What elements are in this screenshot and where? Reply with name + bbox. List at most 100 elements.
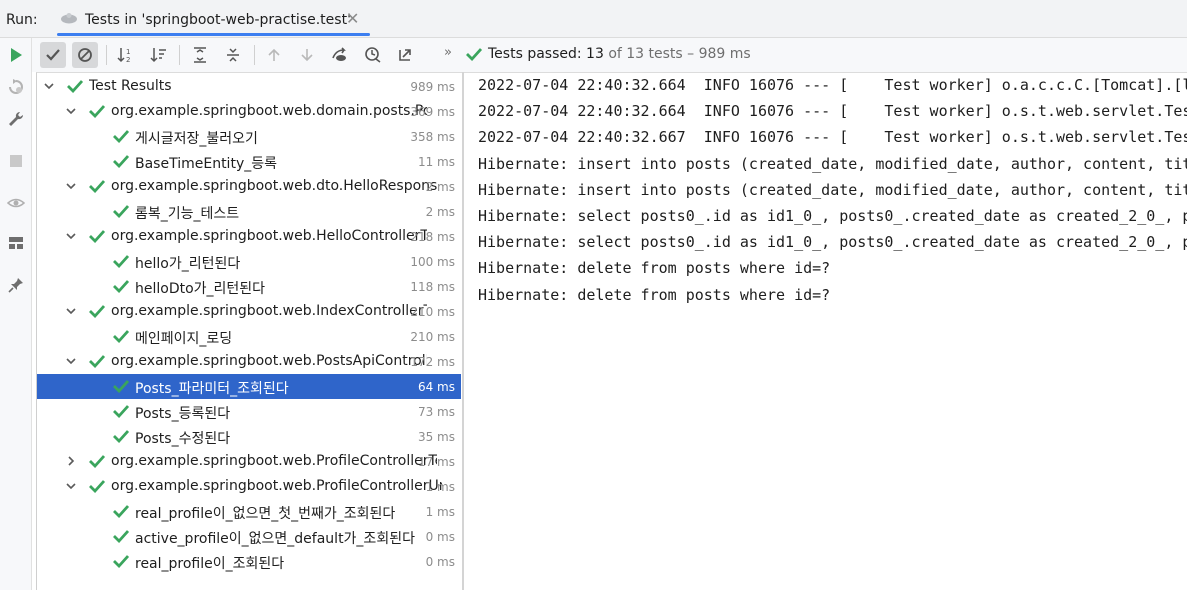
chevron-down-icon[interactable] bbox=[65, 105, 77, 117]
test-passed-icon bbox=[113, 505, 129, 518]
test-passed-icon bbox=[113, 555, 129, 568]
console-line: 2022-07-04 22:40:32.667 INFO 16076 --- [… bbox=[478, 128, 1187, 147]
test-name: helloDto가_리턴된다 bbox=[135, 281, 266, 297]
test-method-row[interactable]: active_profile이_없으면_default가_조회된다 0 ms bbox=[37, 524, 461, 549]
stop-icon[interactable] bbox=[7, 152, 25, 170]
show-ignored-icon bbox=[78, 48, 92, 62]
tree-root-row[interactable]: Test Results 989 ms bbox=[37, 74, 461, 99]
test-method-row[interactable]: real_profile이_조회된다 0 ms bbox=[37, 549, 461, 574]
tab-run-tests[interactable]: Tests in 'springboot-web-practise.test' … bbox=[48, 0, 372, 38]
test-duration: 369 ms bbox=[410, 105, 455, 119]
show-passed-button[interactable] bbox=[40, 42, 66, 68]
console-line: 2022-07-04 22:40:32.664 INFO 16076 --- [… bbox=[478, 102, 1187, 121]
prev-failed-button[interactable] bbox=[261, 42, 287, 68]
prev-failed-icon bbox=[268, 48, 280, 61]
console-line: 2022-07-04 22:40:32.664 INFO 16076 --- [… bbox=[478, 76, 1187, 94]
chevron-down-icon[interactable] bbox=[65, 180, 77, 192]
test-passed-icon bbox=[113, 380, 129, 393]
chevron-down-icon[interactable] bbox=[43, 80, 55, 92]
test-method-row[interactable]: 게시글저장_불러오기 358 ms bbox=[37, 124, 461, 149]
test-name: BaseTimeEntity_등록 bbox=[135, 156, 277, 172]
test-duration: 118 ms bbox=[410, 280, 455, 294]
test-passed-icon bbox=[89, 355, 105, 368]
sort-duration-button[interactable] bbox=[146, 42, 172, 68]
test-passed-icon bbox=[89, 105, 105, 118]
more-actions-button[interactable]: » bbox=[444, 45, 452, 60]
test-method-row[interactable]: Posts_수정된다 35 ms bbox=[37, 424, 461, 449]
eye-icon[interactable] bbox=[7, 194, 25, 212]
show-ignored-button[interactable] bbox=[72, 42, 98, 68]
chevron-down-icon[interactable] bbox=[65, 355, 77, 367]
test-name: Posts_등록된다 bbox=[135, 406, 231, 422]
test-name: org.example.springboot.web.domain.posts.… bbox=[111, 103, 427, 119]
test-method-row[interactable]: hello가_리턴된다 100 ms bbox=[37, 249, 461, 274]
test-class-row[interactable]: org.example.springboot.web.PostsApiContr… bbox=[37, 349, 461, 374]
chevron-down-icon[interactable] bbox=[65, 230, 77, 242]
test-name: org.example.springboot.web.ProfileContro… bbox=[111, 453, 437, 469]
test-method-row[interactable]: 롬복_기능_테스트 2 ms bbox=[37, 199, 461, 224]
test-class-row[interactable]: org.example.springboot.web.HelloControll… bbox=[37, 224, 461, 249]
test-results-tree: Test Results 989 ms org.example.springboot… bbox=[36, 72, 462, 590]
test-method-row[interactable]: real_profile이_없으면_첫_번째가_조회된다 1 ms bbox=[37, 499, 461, 524]
test-run-icon bbox=[61, 13, 77, 24]
history-button[interactable] bbox=[360, 42, 386, 68]
test-status: Tests passed: 13 of 13 tests – 989 ms bbox=[466, 46, 751, 62]
test-duration: 100 ms bbox=[410, 255, 455, 269]
expand-all-icon bbox=[194, 47, 206, 63]
test-duration: 2 ms bbox=[425, 205, 455, 219]
chevron-down-icon[interactable] bbox=[65, 305, 77, 317]
test-name: Posts_파라미터_조회된다 bbox=[135, 381, 289, 397]
sort-duration-icon bbox=[150, 48, 166, 63]
test-passed-icon bbox=[89, 455, 105, 468]
test-name: Test Results bbox=[89, 78, 172, 94]
console-line: Hibernate: delete from posts where id=? bbox=[478, 259, 831, 278]
test-passed-icon bbox=[67, 80, 83, 93]
run-tool-window-header: Run: Tests in 'springboot-web-practise.t… bbox=[0, 0, 1187, 38]
pin-icon[interactable] bbox=[7, 276, 25, 294]
passed-count: 13 bbox=[586, 46, 604, 62]
test-duration: 172 ms bbox=[410, 355, 455, 369]
test-name: real_profile이_조회된다 bbox=[135, 556, 285, 572]
test-duration: 73 ms bbox=[417, 405, 455, 419]
expand-all-button[interactable] bbox=[187, 42, 213, 68]
test-name: org.example.springboot.web.PostsApiContr… bbox=[111, 353, 427, 369]
test-class-row[interactable]: org.example.springboot.web.ProfileContro… bbox=[37, 474, 461, 499]
wrench-icon[interactable] bbox=[7, 110, 25, 128]
next-failed-button[interactable] bbox=[294, 42, 320, 68]
test-duration: 11 ms bbox=[417, 155, 455, 169]
export-button[interactable] bbox=[392, 42, 418, 68]
collapse-all-button[interactable] bbox=[220, 42, 246, 68]
test-class-row[interactable]: org.example.springboot.web.dto.HelloResp… bbox=[37, 174, 461, 199]
test-passed-icon bbox=[113, 430, 129, 443]
test-duration: 64 ms bbox=[417, 380, 455, 394]
tab-title: Tests in 'springboot-web-practise.test' bbox=[85, 12, 351, 28]
test-method-row[interactable]: 메인페이지_로딩 210 ms bbox=[37, 324, 461, 349]
test-passed-icon bbox=[113, 280, 129, 293]
test-method-row[interactable]: BaseTimeEntity_등록 11 ms bbox=[37, 149, 461, 174]
test-method-row[interactable]: Posts_등록된다 73 ms bbox=[37, 399, 461, 424]
test-class-row[interactable]: org.example.springboot.web.IndexControll… bbox=[37, 299, 461, 324]
test-duration: 218 ms bbox=[410, 230, 455, 244]
close-tab-icon[interactable]: ✕ bbox=[346, 9, 359, 28]
rerun-failed-icon[interactable] bbox=[7, 78, 25, 96]
next-failed-icon bbox=[301, 49, 313, 62]
test-duration: 989 ms bbox=[410, 80, 455, 94]
run-label: Run: bbox=[6, 12, 38, 28]
console-line: Hibernate: select posts0_.id as id1_0_, … bbox=[478, 233, 1187, 252]
test-passed-icon bbox=[89, 480, 105, 493]
test-passed-icon bbox=[113, 530, 129, 543]
test-duration: 1 ms bbox=[425, 505, 455, 519]
import-tests-button[interactable] bbox=[327, 42, 353, 68]
chevron-right-icon[interactable] bbox=[65, 455, 77, 467]
test-class-row[interactable]: org.example.springboot.web.domain.posts.… bbox=[37, 99, 461, 124]
passed-check-icon bbox=[466, 48, 482, 61]
run-icon[interactable] bbox=[7, 46, 25, 64]
test-method-row[interactable]: Posts_파라미터_조회된다 64 ms bbox=[37, 374, 461, 399]
sort-alpha-button[interactable]: 1 2 bbox=[113, 42, 139, 68]
test-duration: 0 ms bbox=[425, 555, 455, 569]
chevron-down-icon[interactable] bbox=[65, 480, 77, 492]
layout-icon[interactable] bbox=[7, 234, 25, 252]
test-method-row[interactable]: helloDto가_리턴된다 118 ms bbox=[37, 274, 461, 299]
test-class-row[interactable]: org.example.springboot.web.ProfileContro… bbox=[37, 449, 461, 474]
left-tool-strip bbox=[0, 38, 32, 590]
